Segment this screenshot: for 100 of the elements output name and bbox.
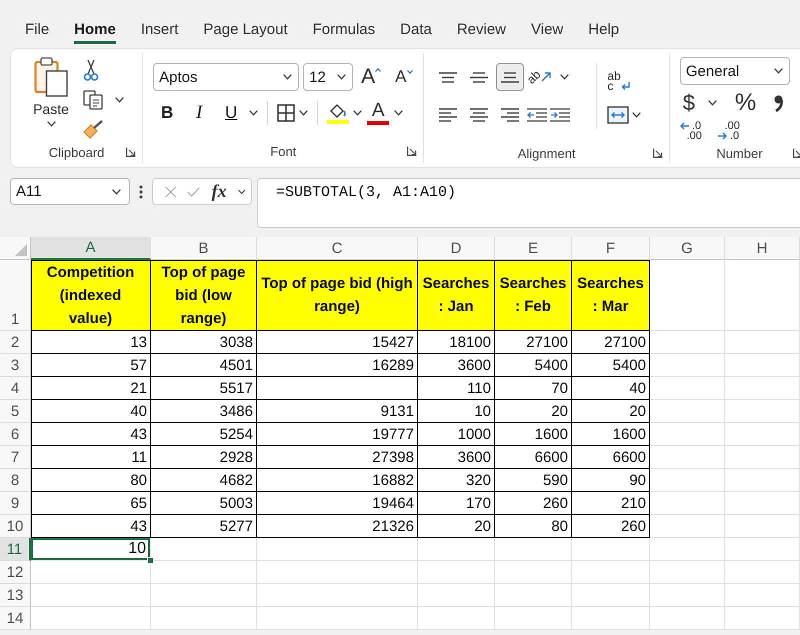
more-options-icon[interactable] xyxy=(139,185,143,199)
selected-cell[interactable]: 10 xyxy=(31,538,151,561)
dialog-launcher-icon[interactable] xyxy=(652,148,663,158)
column-header[interactable]: D xyxy=(418,237,495,260)
chevron-down-icon[interactable] xyxy=(115,97,124,103)
decrease-decimal-button[interactable]: .00 .0 xyxy=(718,121,740,141)
number-format-field[interactable]: General xyxy=(680,57,790,85)
return-arrow-icon xyxy=(620,82,631,91)
name-box[interactable]: A11 xyxy=(10,178,130,205)
increase-indent-icon[interactable] xyxy=(550,108,570,122)
chevron-down-icon[interactable] xyxy=(774,68,783,74)
row-header[interactable]: 13 xyxy=(0,584,31,607)
chevron-down-icon[interactable] xyxy=(238,188,245,194)
row-header[interactable]: 6 xyxy=(0,423,31,446)
menu-tab[interactable]: Formulas xyxy=(312,19,376,44)
formula-field[interactable]: =SUBTOTAL(3, A1:A10) xyxy=(257,178,800,228)
menu-tab[interactable]: Insert xyxy=(140,19,178,44)
chevron-down-icon[interactable] xyxy=(394,110,404,116)
table-cell: 20 xyxy=(572,400,650,423)
row-header[interactable]: 4 xyxy=(0,377,31,400)
chevron-down-icon[interactable] xyxy=(299,110,308,116)
column-header[interactable]: C xyxy=(257,237,418,260)
group-label: Font xyxy=(270,144,296,158)
row-header[interactable]: 11 xyxy=(0,538,31,561)
table-header-cell: Searches : Mar xyxy=(572,260,650,331)
dialog-launcher-icon[interactable] xyxy=(793,148,800,158)
font-size-field[interactable]: 12 xyxy=(303,63,354,91)
table-header-cell: Searches : Jan xyxy=(418,260,495,331)
table-cell: 1600 xyxy=(495,423,572,446)
orientation-button[interactable]: ab xyxy=(527,63,558,91)
column-header[interactable]: F xyxy=(572,237,650,260)
percent-button[interactable]: % xyxy=(734,89,756,117)
increase-decimal-button[interactable]: .0 .00 xyxy=(680,121,702,141)
decrease-indent-icon[interactable] xyxy=(527,108,548,122)
grow-font-button[interactable]: A xyxy=(361,65,388,89)
chevron-down-icon[interactable] xyxy=(632,112,642,118)
menu-tab[interactable]: View xyxy=(531,19,564,44)
menu-tab[interactable]: File xyxy=(25,19,50,44)
chevron-down-icon[interactable] xyxy=(249,110,258,116)
align-bottom-button[interactable] xyxy=(496,63,524,91)
right-arrow-icon xyxy=(718,132,727,140)
chevron-down-icon[interactable] xyxy=(708,100,717,106)
dialog-launcher-icon[interactable] xyxy=(407,146,418,156)
group-label: Clipboard xyxy=(48,144,104,160)
row-header[interactable]: 3 xyxy=(0,354,31,377)
table-header-cell: Searches : Feb xyxy=(495,260,572,331)
table-cell: 21326 xyxy=(257,515,418,538)
diagonal-arrow-icon xyxy=(540,72,551,82)
row-header[interactable]: 1 xyxy=(0,260,31,331)
shrink-font-button[interactable]: A xyxy=(395,67,422,87)
align-bottom-icon xyxy=(501,72,520,82)
underline-button[interactable]: U xyxy=(217,101,246,125)
row-header[interactable]: 8 xyxy=(0,469,31,492)
table-cell: 90 xyxy=(572,469,650,492)
column-header[interactable]: G xyxy=(650,237,725,260)
table-cell: 110 xyxy=(418,377,495,400)
row-header[interactable]: 12 xyxy=(0,561,31,584)
chevron-down-icon[interactable] xyxy=(112,188,121,194)
chevron-down-icon[interactable] xyxy=(283,74,292,80)
chevron-down-icon[interactable] xyxy=(353,110,362,116)
clipboard-icon xyxy=(34,57,68,97)
column-header[interactable]: E xyxy=(495,237,572,260)
column-header[interactable]: A xyxy=(31,237,151,260)
merge-center-icon[interactable] xyxy=(607,106,630,124)
column-header[interactable]: H xyxy=(725,237,800,260)
paintbrush-icon[interactable] xyxy=(83,120,103,140)
font-color-button[interactable]: A xyxy=(366,102,390,124)
menu-tab[interactable]: Review xyxy=(456,19,506,44)
menu-tab[interactable]: Help xyxy=(588,19,620,44)
group-label: Number xyxy=(716,146,763,160)
chevron-down-icon[interactable] xyxy=(46,121,56,127)
column-header[interactable]: B xyxy=(151,237,257,260)
menu-tab[interactable]: Data xyxy=(400,19,432,44)
row-header[interactable]: 7 xyxy=(0,446,31,469)
row-header[interactable]: 9 xyxy=(0,492,31,515)
fill-handle[interactable] xyxy=(147,557,154,564)
paste-button[interactable]: Paste xyxy=(25,57,77,141)
dialog-launcher-icon[interactable] xyxy=(126,147,136,157)
row-header[interactable]: 5 xyxy=(0,400,31,423)
row-header[interactable]: 10 xyxy=(0,515,31,538)
menu-tab[interactable]: Page Layout xyxy=(203,19,288,44)
borders-icon[interactable] xyxy=(277,104,296,122)
comma-style-icon[interactable] xyxy=(774,94,784,112)
table-cell: 170 xyxy=(418,492,495,515)
chevron-down-icon[interactable] xyxy=(337,74,346,80)
insert-function-button[interactable]: fx xyxy=(212,181,227,202)
table-header-cell: Competition (indexed value) xyxy=(31,260,151,331)
currency-button[interactable]: $ xyxy=(680,90,698,116)
chevron-down-icon[interactable] xyxy=(560,74,570,80)
table-cell: 5277 xyxy=(151,515,257,538)
wrap-text-button[interactable]: ab c xyxy=(607,63,631,91)
scissors-icon[interactable] xyxy=(83,59,99,81)
fill-color-icon[interactable] xyxy=(327,102,350,124)
font-name-field[interactable]: Aptos xyxy=(153,63,300,91)
row-header[interactable]: 14 xyxy=(0,607,31,630)
row-header[interactable]: 2 xyxy=(0,331,31,354)
bold-button[interactable]: B xyxy=(153,101,182,125)
italic-button[interactable]: I xyxy=(185,101,214,125)
menu-tab[interactable]: Home xyxy=(74,19,116,44)
copy-icon[interactable] xyxy=(83,90,103,110)
